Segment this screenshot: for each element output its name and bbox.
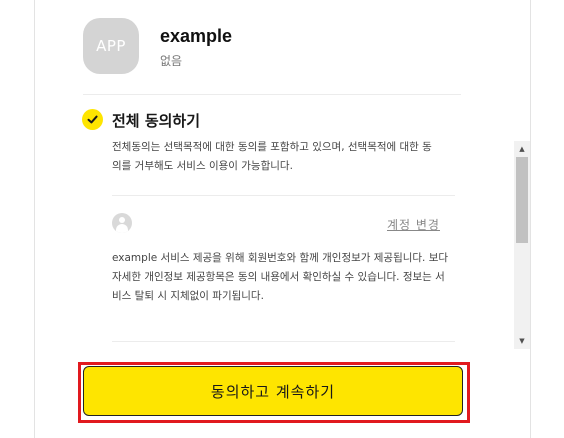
section-divider-bottom	[112, 341, 455, 342]
scrollbar[interactable]: ▲ ▼	[514, 141, 530, 349]
avatar-body	[116, 224, 128, 233]
scrollbar-thumb[interactable]	[516, 157, 528, 243]
consent-scroll-area[interactable]: 전체동의는 선택목적에 대한 동의를 포함하고 있으며, 선택목적에 대한 동의…	[82, 138, 530, 350]
provide-description: example 서비스 제공을 위해 회원번호와 함께 개인정보가 제공됩니다.…	[112, 252, 449, 302]
arrow-down-icon[interactable]: ▼	[514, 333, 530, 349]
avatar-head	[119, 217, 125, 223]
arrow-up-icon[interactable]: ▲	[514, 141, 530, 157]
app-icon: APP	[83, 18, 139, 74]
header-divider	[83, 94, 461, 95]
change-account-link[interactable]: 계정 변경	[387, 216, 440, 233]
all-agree-label[interactable]: 전체 동의하기	[112, 110, 200, 131]
app-name: example	[160, 26, 233, 46]
app-subtitle: 없음	[160, 54, 183, 68]
app-icon-text: APP	[96, 37, 126, 55]
agree-continue-button[interactable]: 동의하고 계속하기	[83, 366, 463, 416]
all-agree-description: 전체동의는 선택목적에 대한 동의를 포함하고 있으며, 선택목적에 대한 동의…	[112, 141, 432, 172]
user-avatar-icon	[112, 213, 132, 233]
check-circle-icon[interactable]	[82, 109, 103, 130]
section-divider	[112, 195, 455, 196]
checkmark-glyph	[87, 115, 98, 124]
